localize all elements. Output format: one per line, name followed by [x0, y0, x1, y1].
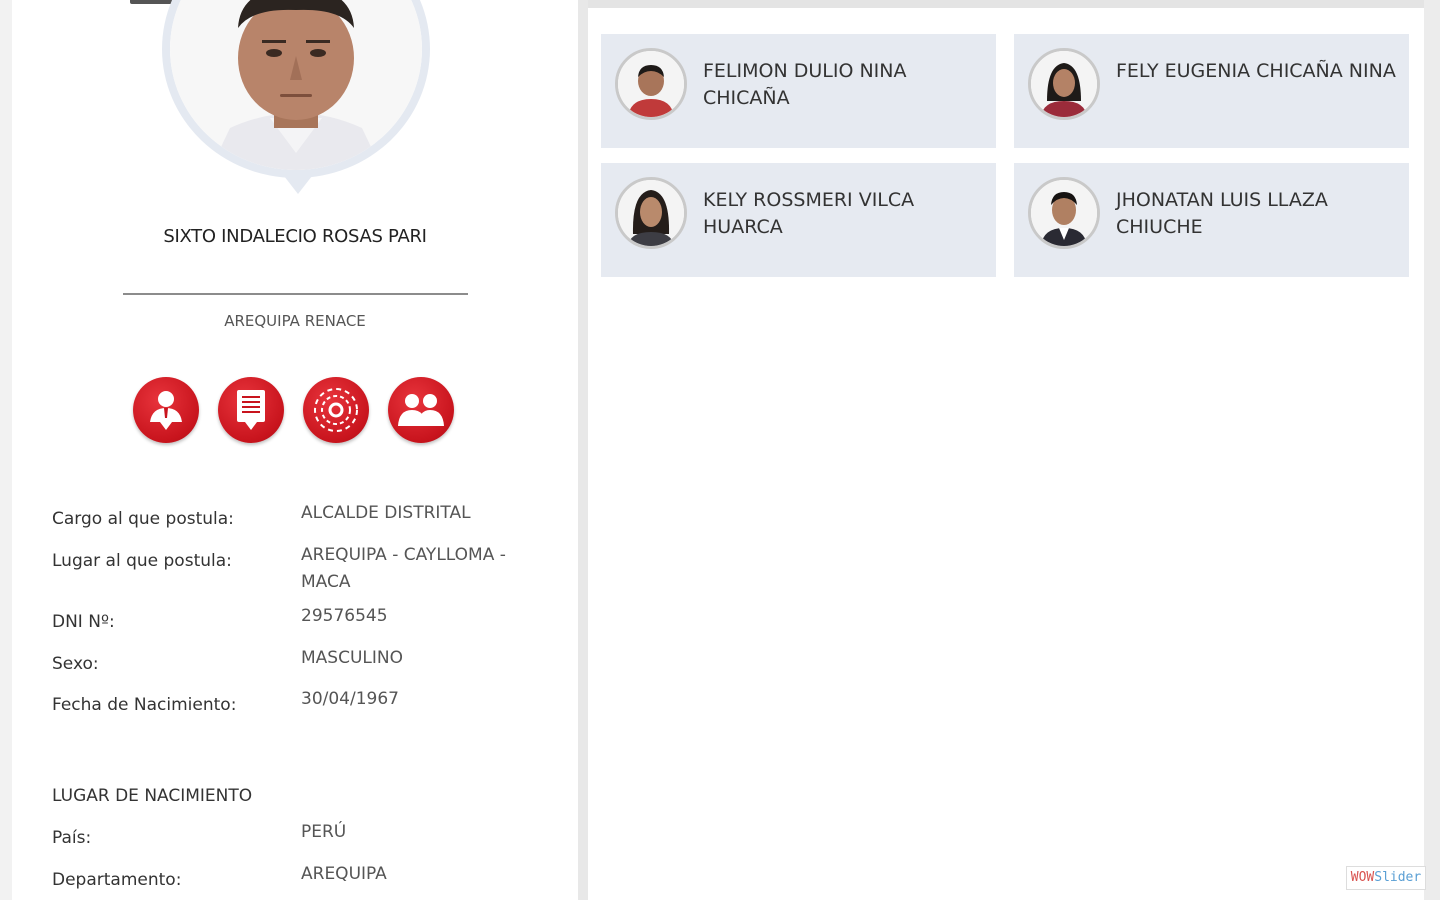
male-avatar-icon [1031, 180, 1097, 246]
government-plan-icon [314, 388, 358, 432]
resume-button[interactable] [133, 377, 199, 443]
member-avatar [615, 177, 687, 249]
member-avatar [1028, 48, 1100, 120]
detail-value-cargo: ALCALDE DISTRITAL [301, 503, 471, 523]
birthplace-section-title: LUGAR DE NACIMIENTO [52, 786, 253, 806]
panel-divider [578, 0, 588, 900]
member-name: JHONATAN LUIS LLAZA CHIUCHE [1116, 189, 1328, 238]
party-name: AREQUIPA RENACE [224, 312, 366, 330]
team-member-card[interactable]: JHONATAN LUIS LLAZA CHIUCHE [1014, 163, 1409, 277]
window-edge [1424, 0, 1440, 900]
detail-label-cargo: Cargo al que postula: [52, 509, 234, 529]
team-member-card[interactable]: KELY ROSSMERI VILCA HUARCA [601, 163, 996, 277]
detail-value-sexo: MASCULINO [301, 648, 403, 668]
document-download-icon [237, 390, 265, 430]
team-member-card[interactable]: FELIMON DULIO NINA CHICAÑA [601, 34, 996, 148]
photo-pointer [284, 176, 312, 194]
documents-button[interactable] [218, 377, 284, 443]
detail-value-department: AREQUIPA [301, 864, 387, 884]
detail-value-country: PERÚ [301, 822, 347, 842]
member-avatar [615, 48, 687, 120]
member-avatar [1028, 177, 1100, 249]
detail-label-department: Departamento: [52, 870, 182, 890]
wowslider-badge[interactable]: WOWSlider [1346, 866, 1426, 890]
male-avatar-icon [618, 51, 684, 117]
detail-label-birthdate: Fecha de Nacimiento: [52, 695, 237, 715]
resume-download-icon [150, 391, 182, 430]
detail-label-lugar: Lugar al que postula: [52, 551, 232, 571]
team-button[interactable] [388, 377, 454, 443]
candidate-portrait-icon [170, 0, 422, 170]
government-plan-button[interactable] [303, 377, 369, 443]
team-icon [398, 394, 444, 426]
detail-label-dni: DNI Nº: [52, 612, 115, 632]
badge-wow: WOW [1350, 870, 1375, 885]
detail-label-sexo: Sexo: [52, 654, 99, 674]
name-divider [123, 293, 468, 295]
member-name: FELY EUGENIA CHICAÑA NINA [1116, 60, 1396, 82]
female-avatar-icon [1031, 51, 1097, 117]
detail-label-country: País: [52, 828, 92, 848]
badge-slider: Slider [1374, 870, 1422, 885]
candidate-name: SIXTO INDALECIO ROSAS PARI [163, 226, 427, 247]
member-name: FELIMON DULIO NINA CHICAÑA [703, 60, 907, 109]
detail-value-dni: 29576545 [301, 606, 388, 626]
female-avatar-icon [618, 180, 684, 246]
member-name: KELY ROSSMERI VILCA HUARCA [703, 189, 915, 238]
detail-value-birthdate: 30/04/1967 [301, 689, 399, 709]
team-member-card[interactable]: FELY EUGENIA CHICAÑA NINA [1014, 34, 1409, 148]
detail-value-lugar: AREQUIPA - CAYLLOMA - MACA [301, 545, 506, 592]
